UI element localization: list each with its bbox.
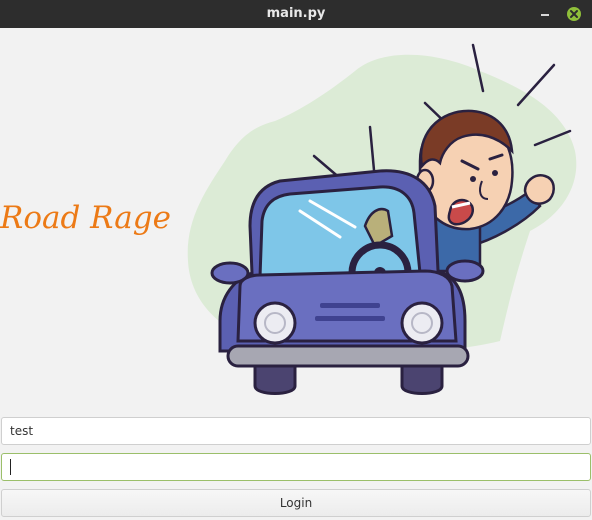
text-cursor xyxy=(10,459,11,475)
minimize-icon[interactable] xyxy=(536,6,554,22)
window-titlebar[interactable]: main.py xyxy=(0,0,592,28)
main-content: Road Rage test Login xyxy=(0,28,592,520)
login-button[interactable]: Login xyxy=(1,489,591,517)
app-title: Road Rage xyxy=(0,200,171,236)
close-icon[interactable] xyxy=(566,6,582,22)
window-title: main.py xyxy=(266,6,326,21)
password-field[interactable] xyxy=(1,453,591,481)
angry-driver-car-illustration xyxy=(187,43,577,395)
username-field[interactable] xyxy=(1,417,591,445)
